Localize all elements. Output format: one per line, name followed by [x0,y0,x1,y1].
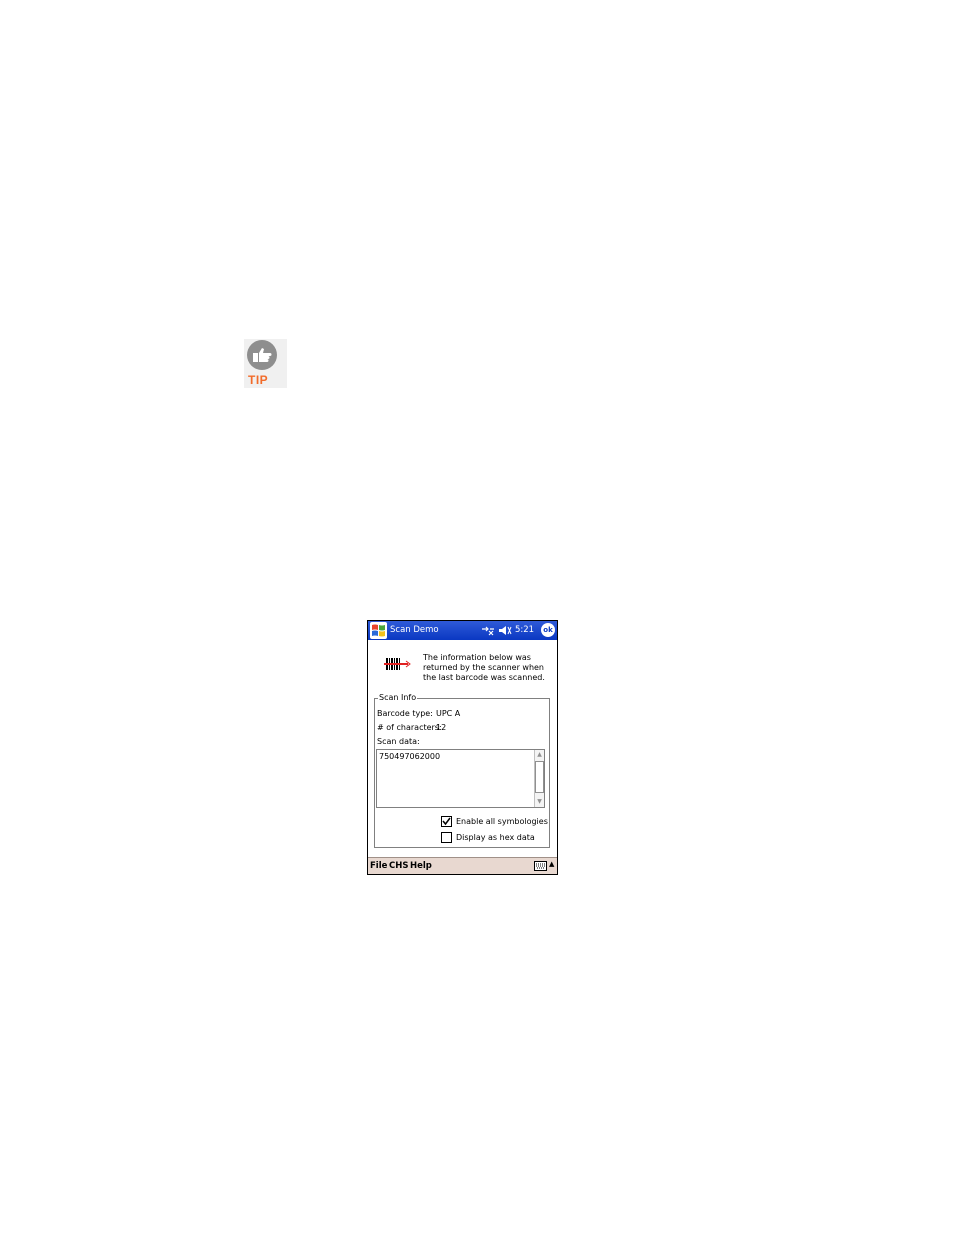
speaker-muted-icon[interactable] [498,625,512,636]
menu-chs[interactable]: CHS [389,861,408,871]
barcode-type-value: UPC A [436,709,461,718]
menu-file[interactable]: File [370,861,387,871]
scan-data-value: 750497062000 [379,752,441,761]
clock[interactable]: 5:21 [515,625,534,635]
scan-data-textarea[interactable]: 750497062000 ▲ ▼ [376,749,545,808]
keyboard-icon[interactable] [534,861,547,871]
scroll-thumb[interactable] [535,761,544,793]
char-count-value: 12 [436,723,447,732]
enable-all-symbologies-checkbox[interactable] [441,816,452,827]
pocket-pc-screen: Scan Demo 5:21 ok The information below … [367,620,558,875]
scroll-up-arrow-icon[interactable]: ▲ [535,750,544,760]
scan-info-group: Scan Info Barcode type: UPC A # of chara… [374,693,550,848]
display-hex-label[interactable]: Display as hex data [456,833,535,842]
description-line-2: returned by the scanner when [423,663,544,672]
barcode-scanner-icon [384,658,411,670]
scroll-down-arrow-icon[interactable]: ▼ [535,797,544,807]
tip-icon-box: TIP [244,339,287,388]
input-panel-arrow-icon[interactable]: ▲ [549,860,554,868]
title-bar: Scan Demo 5:21 ok [368,621,557,640]
app-title: Scan Demo [390,625,439,635]
ok-button[interactable]: ok [541,623,555,637]
description-line-3: the last barcode was scanned. [423,673,545,682]
barcode-type-label: Barcode type: [377,709,433,718]
scan-info-legend: Scan Info [378,693,418,702]
display-hex-checkbox[interactable] [441,832,452,843]
pointing-hand-icon [247,340,277,370]
connectivity-icon[interactable] [481,625,495,636]
menu-help[interactable]: Help [410,861,432,871]
menu-bar: File CHS Help ▲ [368,857,557,874]
checkmark-icon [442,817,451,826]
enable-all-symbologies-label[interactable]: Enable all symbologies [456,817,548,826]
scan-data-label: Scan data: [377,737,420,746]
char-count-label: # of characters: [377,723,442,732]
windows-flag-icon[interactable] [370,622,387,639]
tip-label: TIP [248,373,269,387]
description-line-1: The information below was [423,653,531,662]
scan-description: The information below was returned by th… [423,653,553,683]
vertical-scrollbar[interactable]: ▲ ▼ [534,750,544,807]
